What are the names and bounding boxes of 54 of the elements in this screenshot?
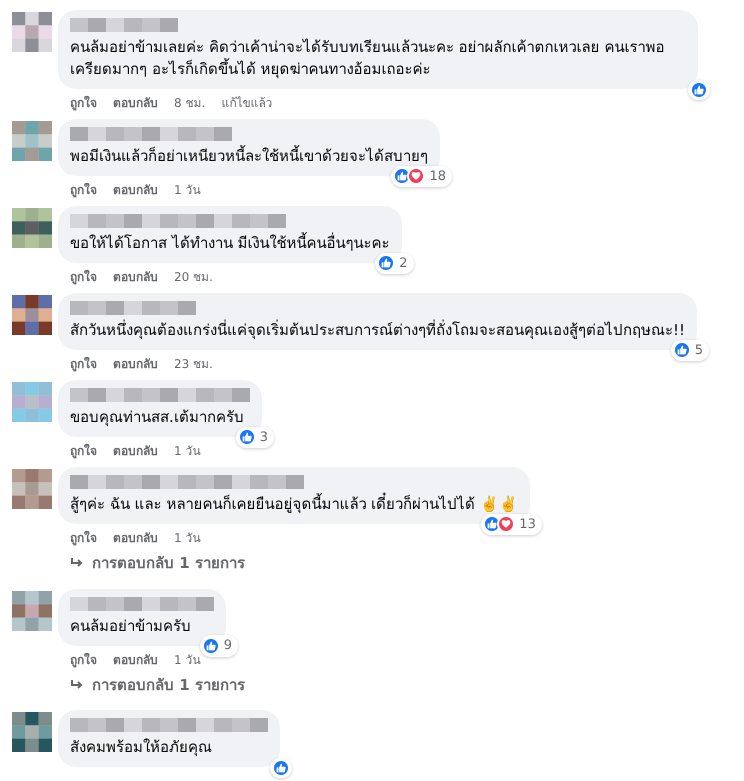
like-link[interactable]: ถูกใจ — [70, 268, 97, 286]
like-link[interactable]: ถูกใจ — [70, 355, 97, 373]
comment-time[interactable]: 20 ชม. — [174, 268, 213, 286]
view-replies-link[interactable]: การตอบกลับ 1 รายการ — [58, 548, 245, 582]
like-icon — [377, 254, 396, 272]
like-icon — [690, 81, 708, 99]
reply-link[interactable]: ตอบกลับ — [113, 442, 158, 460]
like-link[interactable]: ถูกใจ — [70, 650, 97, 668]
reaction-count: 2 — [399, 254, 409, 272]
edited-label: แก้ไขแล้ว — [221, 95, 272, 112]
reaction-badge[interactable]: 3 — [236, 426, 274, 448]
comment-text: สักวันหนึ่งคุณต้องแกร่งนี่แค่จุดเริ่มต้นประสบการณ์ต่างๆที่ถั่งโถมจะสอนคุณเองสู้ๆต่อไปกฤษณะ!! — [70, 319, 686, 341]
comment-text: พอมีเงินแล้วก็อย่าเหนียวหนี้ละใช้หนี้เขาด้วยจะได้สบายๆ — [70, 145, 428, 167]
like-icon — [238, 428, 256, 446]
reaction-badge[interactable]: 9 — [200, 635, 238, 656]
comment-time[interactable]: 23 ชม. — [174, 355, 213, 373]
like-link[interactable]: ถูกใจ — [70, 94, 97, 112]
like-icon — [202, 636, 220, 655]
comment-text: ขอบคุณท่านสส.เต้มากครับ — [70, 407, 245, 428]
reply-link[interactable]: ตอบกลับ — [113, 268, 158, 286]
like-link[interactable]: ถูกใจ — [70, 181, 97, 199]
like-icon — [672, 341, 691, 360]
comment-text: สู้ๆค่ะ ฉัน และ หลายคนก็เคยยืนอยู่จุดนี้มาแล้ว เดี๋ยวก็ผ่านไปได้ ✌✌ — [70, 493, 518, 515]
reaction-count: 18 — [429, 168, 447, 186]
comment-time[interactable]: 1 วัน — [174, 181, 200, 199]
comment-time[interactable]: 8 ชม. — [174, 94, 206, 112]
reaction-badge[interactable] — [270, 758, 292, 778]
reply-arrow-icon — [70, 557, 84, 570]
view-replies-link[interactable]: การตอบกลับ 1 รายการ — [58, 670, 245, 704]
comment-text: คนล้มอย่าข้ามครับ — [70, 616, 192, 636]
like-icon — [272, 759, 290, 777]
reaction-count: 13 — [519, 516, 537, 534]
comment-time[interactable]: 1 วัน — [174, 650, 200, 668]
reply-link[interactable]: ตอบกลับ — [113, 355, 158, 373]
reply-link[interactable]: ตอบกลับ — [113, 529, 158, 547]
like-link[interactable]: ถูกใจ — [70, 529, 97, 547]
comment-time[interactable]: 1 วัน — [174, 442, 200, 460]
reaction-badge[interactable]: 13 — [481, 514, 542, 535]
comment-text: คนล้มอย่าข้ามเลยค่ะ คิดว่าเค้าน่าจะได้รับบทเรียนแล้วนะคะ อย่าผลักเค้าตกเหวเลย คนเราพอเครียดมากๆ อะไรก็เกิดขึ้นได้ หยุดฆ่าคนทางอ้อมเถอะค่ะ — [70, 37, 666, 80]
reaction-badge[interactable]: 5 — [670, 340, 710, 361]
comment-text: ขอให้ได้โอกาส ได้ทำงาน มีเงินใช้หนี้คนอื่นๆนะคะ — [70, 232, 390, 254]
reply-arrow-icon — [70, 678, 84, 691]
reaction-count: 9 — [224, 637, 233, 655]
comment-time[interactable]: 1 วัน — [174, 529, 200, 547]
reaction-badge[interactable]: 18 — [391, 166, 452, 187]
comment-text: สังคมพร้อมให้อภัยคุณ — [70, 737, 213, 758]
reaction-count: 5 — [694, 342, 704, 360]
reply-link[interactable]: ตอบกลับ — [113, 181, 158, 199]
reply-link[interactable]: ตอบกลับ — [113, 650, 158, 668]
like-link[interactable]: ถูกใจ — [70, 442, 97, 460]
reaction-badge[interactable]: 2 — [375, 252, 414, 274]
reply-link[interactable]: ตอบกลับ — [113, 94, 158, 112]
reaction-badge[interactable] — [688, 80, 710, 100]
reaction-count: 3 — [260, 428, 269, 446]
